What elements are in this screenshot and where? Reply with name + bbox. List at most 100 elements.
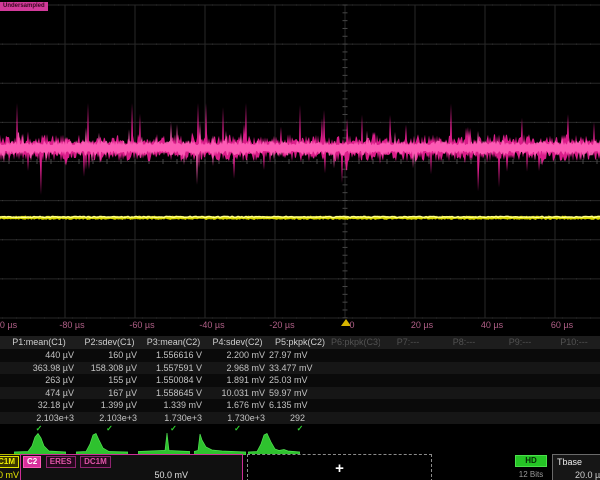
- measure-cell: [548, 362, 600, 375]
- measurement-table: P1:mean(C1)P2:sdev(C1)P3:mean(C2)P4:sdev…: [0, 336, 600, 434]
- undersampled-indicator: Undersampled: [0, 2, 48, 11]
- histicon-p1[interactable]: [14, 431, 66, 455]
- measure-cell: 1.676 mV: [206, 399, 269, 412]
- c2-eres-badge: ERES: [46, 456, 76, 468]
- measure-cell: [548, 374, 600, 387]
- measure-cell: [380, 349, 436, 362]
- histicon-p4[interactable]: [194, 431, 246, 455]
- measure-cell: [380, 374, 436, 387]
- measure-cell: 6.135 mV: [269, 399, 331, 412]
- measure-cell: 2.968 mV: [206, 362, 269, 375]
- hd-badge: HD: [515, 455, 547, 467]
- measure-header[interactable]: P8:---: [436, 336, 492, 349]
- time-axis: -100 µs-80 µs-60 µs-40 µs-20 µs020 µs40 …: [0, 320, 600, 333]
- c1-coupling-badge: DC1M: [0, 456, 19, 468]
- measure-cell: 155 µV: [78, 374, 141, 387]
- measure-cell: [380, 412, 436, 425]
- measure-header[interactable]: P7:---: [380, 336, 436, 349]
- measure-cell: 158.308 µV: [78, 362, 141, 375]
- c2-label-badge: C2: [23, 456, 41, 468]
- measure-cell: 1.730e+3: [141, 412, 206, 425]
- measure-cell: 160 µV: [78, 349, 141, 362]
- measure-cell: 474 µV: [0, 387, 78, 400]
- timebase-descriptor-box[interactable]: Tbase 20.0 µs/div: [552, 454, 600, 480]
- measure-header[interactable]: P10:---: [548, 336, 600, 349]
- measure-cell: 27.97 mV: [269, 349, 331, 362]
- measure-cell: 1.558645 V: [141, 387, 206, 400]
- measure-cell: 1.550084 V: [141, 374, 206, 387]
- measure-cell: [436, 387, 492, 400]
- measure-cell: 1.399 µV: [78, 399, 141, 412]
- measure-cell: [380, 399, 436, 412]
- measure-cell: [331, 374, 380, 387]
- measure-header[interactable]: P2:sdev(C1): [78, 336, 141, 349]
- measure-cell: 1.339 mV: [141, 399, 206, 412]
- waveform-grid: [0, 0, 600, 332]
- measure-cell: [492, 387, 548, 400]
- measure-header[interactable]: P1:mean(C1): [0, 336, 78, 349]
- time-tick-label: -100 µs: [0, 320, 17, 330]
- hd-bits-label: 12 Bits: [512, 470, 550, 479]
- measure-cell: 1.730e+3: [206, 412, 269, 425]
- c2-descriptor-box[interactable]: C2 ERES DC1M 50.0 mV: [20, 454, 243, 480]
- histicon-p2[interactable]: [76, 431, 128, 455]
- measure-cell: [380, 362, 436, 375]
- hd-mode[interactable]: HD 12 Bits: [512, 455, 550, 479]
- measure-cell: 1.891 mV: [206, 374, 269, 387]
- measure-cell: [331, 412, 380, 425]
- measure-cell: 440 µV: [0, 349, 78, 362]
- measure-cell: 25.03 mV: [269, 374, 331, 387]
- measure-cell: [492, 374, 548, 387]
- measure-cell: 263 µV: [0, 374, 78, 387]
- measure-cell: [436, 374, 492, 387]
- measure-header[interactable]: P6:pkpk(C3): [331, 336, 380, 349]
- c2-badges: C2 ERES DC1M: [21, 455, 242, 468]
- plus-icon: +: [335, 462, 344, 476]
- add-trace-box[interactable]: +: [247, 454, 432, 480]
- measure-cell: [492, 399, 548, 412]
- time-tick-label: 40 µs: [481, 320, 503, 330]
- time-tick-label: -60 µs: [129, 320, 154, 330]
- measure-cell: 59.97 mV: [269, 387, 331, 400]
- measurement-histicons: [0, 431, 600, 455]
- measure-cell: [436, 349, 492, 362]
- measure-cell: [548, 349, 600, 362]
- measure-header[interactable]: P4:sdev(C2): [206, 336, 269, 349]
- time-tick-label: 60 µs: [551, 320, 573, 330]
- measure-cell: [548, 399, 600, 412]
- time-tick-label: -80 µs: [59, 320, 84, 330]
- measure-cell: [436, 399, 492, 412]
- measure-cell: 167 µV: [78, 387, 141, 400]
- measure-cell: [331, 349, 380, 362]
- descriptor-bar: DC1M 50.0 mV C2 ERES DC1M 50.0 mV + HD 1…: [0, 454, 600, 480]
- measure-cell: [331, 399, 380, 412]
- time-tick-label: 0: [349, 320, 354, 330]
- measure-cell: [548, 412, 600, 425]
- measure-cell: 2.103e+3: [0, 412, 78, 425]
- tbase-label: Tbase: [557, 457, 600, 467]
- time-tick-label: -40 µs: [199, 320, 224, 330]
- measure-cell: [331, 387, 380, 400]
- measure-cell: 363.98 µV: [0, 362, 78, 375]
- measure-header[interactable]: P9:---: [492, 336, 548, 349]
- histicon-p3[interactable]: [138, 431, 190, 455]
- oscilloscope-screen: Undersampled -100 µs -80 µs -60 µs -40 µs -2…: [0, 0, 600, 480]
- measure-cell: [492, 362, 548, 375]
- c2-coupling-badge: DC1M: [80, 456, 111, 468]
- measure-header[interactable]: P5:pkpk(C2): [269, 336, 331, 349]
- measure-cell: [380, 387, 436, 400]
- histicon-p5[interactable]: [248, 431, 300, 455]
- measure-cell: [492, 412, 548, 425]
- measure-cell: 1.557591 V: [141, 362, 206, 375]
- measure-cell: [548, 387, 600, 400]
- measure-header[interactable]: P3:mean(C2): [141, 336, 206, 349]
- measure-cell: [492, 349, 548, 362]
- measure-cell: 2.103e+3: [78, 412, 141, 425]
- measure-cell: 10.031 mV: [206, 387, 269, 400]
- tbase-scale-value: 20.0 µs/div: [557, 470, 600, 480]
- measure-cell: [436, 412, 492, 425]
- measure-cell: 1.556616 V: [141, 349, 206, 362]
- measure-cell: 2.200 mV: [206, 349, 269, 362]
- measure-cell: 33.477 mV: [269, 362, 331, 375]
- time-tick-label: -20 µs: [269, 320, 294, 330]
